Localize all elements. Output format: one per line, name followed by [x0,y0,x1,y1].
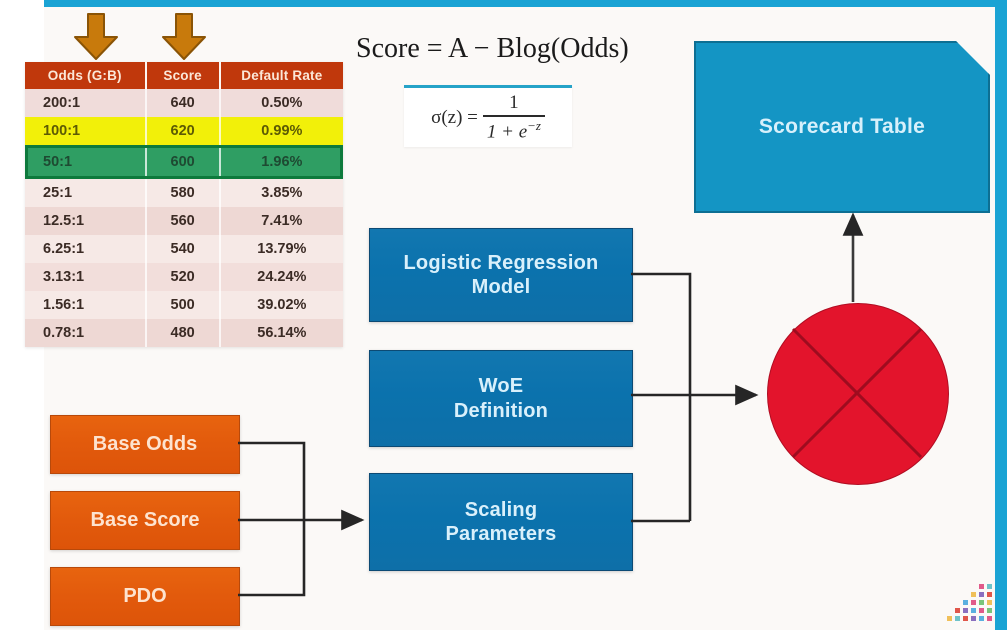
process-box-label: Scaling Parameters [445,498,557,545]
cell-rate: 0.50% [219,89,343,117]
table-row-highlighted-green: 50:1 600 1.96% [25,145,343,179]
table-header-row: Odds (G:B) Score Default Rate [25,62,343,89]
cell-odds: 100:1 [25,117,147,147]
table-row: 25:1 580 3.85% [25,177,343,207]
connector-process-to-multiply [631,272,759,523]
slide-canvas: Odds (G:B) Score Default Rate 200:1 640 … [0,0,1007,630]
table-row: 1.56:1 500 39.02% [25,291,343,319]
input-box-pdo[interactable]: PDO [50,567,240,626]
decorative-dot-pattern [947,584,992,621]
table-row: 200:1 640 0.50% [25,89,343,117]
cell-odds: 200:1 [25,89,147,117]
sigmoid-formula-box: σ(z) = 1 1 + e−z [404,85,572,147]
cell-rate: 13.79% [219,235,343,263]
cell-score: 540 [145,235,221,263]
process-box-label: WoE Definition [453,375,549,422]
cell-rate: 56.14% [219,319,343,347]
sigmoid-fraction: 1 1 + e−z [482,92,545,142]
denominator-exponent: −z [527,117,541,133]
cell-odds: 0.78:1 [25,319,147,347]
table-row: 12.5:1 560 7.41% [25,207,343,235]
table-row: 0.78:1 480 56.14% [25,319,343,347]
table-row: 3.13:1 520 24.24% [25,263,343,291]
top-accent-bar [44,0,1007,7]
cell-rate: 24.24% [219,263,343,291]
table-body: 200:1 640 0.50% 100:1 620 0.99% 50:1 600… [25,89,343,347]
down-arrow-icon-odds [70,10,122,62]
input-box-base-score[interactable]: Base Score [50,491,240,550]
multiply-node-circle[interactable] [767,303,949,485]
cell-score: 500 [145,291,221,319]
cell-odds: 1.56:1 [25,291,147,319]
cell-odds: 3.13:1 [25,263,147,291]
column-header-odds: Odds (G:B) [25,62,147,89]
cell-rate: 7.41% [219,207,343,235]
output-scorecard-table[interactable]: Scorecard Table [694,41,990,213]
process-box-woe-definition[interactable]: WoE Definition [369,350,633,447]
cell-rate: 3.85% [219,177,343,207]
process-box-logistic-regression-model[interactable]: Logistic Regression Model [369,228,633,322]
cell-score: 580 [145,177,221,207]
input-box-label: Base Score [90,509,200,531]
sigmoid-numerator: 1 [509,92,519,114]
fraction-bar [482,115,545,117]
input-box-base-odds[interactable]: Base Odds [50,415,240,474]
cell-odds: 12.5:1 [25,207,147,235]
down-arrow-icon-score [158,10,210,62]
column-header-score: Score [145,62,221,89]
cell-score: 560 [145,207,221,235]
input-box-label: PDO [123,585,167,607]
cell-rate: 0.99% [219,117,343,147]
cell-rate: 1.96% [219,145,343,179]
connector-inputs-to-scaling [238,441,365,597]
process-box-label: Logistic Regression Model [403,251,599,298]
sigmoid-lhs: σ(z) = [431,106,478,128]
table-row-highlighted-yellow: 100:1 620 0.99% [25,117,343,147]
cell-score: 520 [145,263,221,291]
cell-odds: 50:1 [25,145,147,179]
input-box-label: Base Odds [92,433,198,455]
column-header-rate: Default Rate [219,62,343,89]
output-label: Scorecard Table [758,115,926,138]
cell-score: 600 [145,145,221,179]
cell-score: 640 [145,89,221,117]
cell-score: 620 [145,117,221,147]
sigmoid-denominator: 1 + e−z [483,117,545,142]
cell-odds: 25:1 [25,177,147,207]
cell-rate: 39.02% [219,291,343,319]
cell-odds: 6.25:1 [25,235,147,263]
denominator-base: 1 + e [486,120,528,142]
table-row: 6.25:1 540 13.79% [25,235,343,263]
odds-score-table: Odds (G:B) Score Default Rate 200:1 640 … [25,62,343,347]
right-accent-bar [995,0,1007,630]
process-box-scaling-parameters[interactable]: Scaling Parameters [369,473,633,571]
score-equation: Score = A − Blog(Odds) [356,33,629,64]
cell-score: 480 [145,319,221,347]
